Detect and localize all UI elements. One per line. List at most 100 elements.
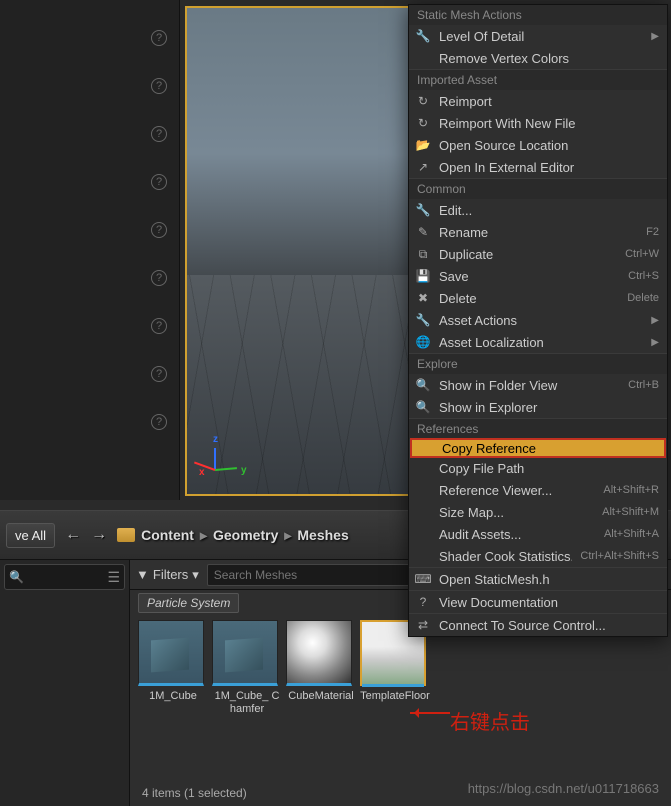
breadcrumb[interactable]: Content ▸ Geometry ▸ Meshes: [117, 527, 349, 544]
menu-item[interactable]: Reference Viewer... Alt+Shift+R: [409, 479, 667, 501]
asset-item[interactable]: 1M_Cube_ Chamfer: [212, 620, 282, 716]
details-panel: ? ? ? ? ? ? ? ? ?: [0, 0, 180, 500]
menu-section-header: References: [409, 418, 667, 439]
menu-shortcut: Alt+Shift+M: [602, 506, 659, 518]
menu-item-label: Duplicate: [439, 247, 617, 262]
asset-thumbnail: [212, 620, 278, 686]
nav-forward-icon[interactable]: →: [87, 524, 111, 546]
menu-item-label: Asset Localization: [439, 335, 643, 350]
menu-item-label: Show in Folder View: [439, 378, 620, 393]
menu-section-header: Imported Asset: [409, 69, 667, 90]
menu-item[interactable]: ↻Reimport With New File: [409, 112, 667, 134]
help-icon[interactable]: ?: [151, 30, 167, 46]
asset-label: 1M_Cube_ Chamfer: [212, 690, 282, 716]
menu-item[interactable]: 🔧Level Of Detail▶: [409, 25, 667, 47]
help-icon[interactable]: ?: [151, 270, 167, 286]
menu-shortcut: Alt+Shift+R: [603, 484, 659, 496]
search-sources[interactable]: 🔍 ☰: [4, 564, 125, 590]
menu-item[interactable]: Copy File Path: [409, 457, 667, 479]
menu-item-label: Remove Vertex Colors: [439, 51, 659, 66]
help-icon[interactable]: ?: [151, 414, 167, 430]
asset-item[interactable]: CubeMaterial: [286, 620, 356, 716]
wrench-icon: 🔧: [415, 28, 431, 44]
menu-item[interactable]: Size Map... Alt+Shift+M: [409, 501, 667, 523]
wrench-icon: 🔧: [415, 312, 431, 328]
help-icon[interactable]: ?: [151, 126, 167, 142]
menu-shortcut: Ctrl+Alt+Shift+S: [580, 550, 659, 562]
blank-icon: [415, 50, 431, 66]
menu-item-label: Reimport: [439, 94, 659, 109]
menu-item-label: Size Map...: [439, 505, 594, 520]
menu-item[interactable]: 🌐Asset Localization▶: [409, 331, 667, 353]
chevron-right-icon: ▸: [200, 527, 207, 544]
menu-item[interactable]: ⇄Connect To Source Control...: [409, 614, 667, 636]
menu-item[interactable]: 🔍Show in Folder ViewCtrl+B: [409, 374, 667, 396]
asset-item[interactable]: 1M_Cube: [138, 620, 208, 716]
menu-item[interactable]: 🔧 Asset Actions ▶: [409, 309, 667, 331]
chevron-down-icon: ▾: [192, 567, 199, 583]
annotation-arrow: [410, 712, 450, 714]
asset-label: TemplateFloor: [360, 690, 430, 703]
save-all-button[interactable]: ve All: [6, 523, 55, 548]
chevron-right-icon: ▶: [651, 315, 659, 326]
filter-icon: ▼: [136, 567, 149, 582]
menu-item-label: Reference Viewer...: [439, 483, 595, 498]
menu-item-label: Rename: [439, 225, 638, 240]
menu-item-label: Save: [439, 269, 620, 284]
menu-shortcut: F2: [646, 226, 659, 238]
menu-item-label: Audit Assets...: [439, 527, 596, 542]
menu-item[interactable]: Audit Assets...Alt+Shift+A: [409, 523, 667, 545]
help-icon[interactable]: ?: [151, 78, 167, 94]
menu-item-label: Asset Actions: [439, 313, 643, 328]
help-icon[interactable]: ?: [151, 318, 167, 334]
menu-shortcut: Ctrl+S: [628, 270, 659, 282]
blank-icon: [415, 504, 431, 520]
menu-item[interactable]: ↗Open In External Editor: [409, 156, 667, 178]
annotation-text: 右键点击: [450, 706, 530, 735]
asset-thumbnail: [286, 620, 352, 686]
folder-icon: [117, 528, 135, 542]
status-bar: 4 items (1 selected): [130, 782, 259, 806]
filter-tag[interactable]: Particle System: [138, 593, 239, 613]
menu-item[interactable]: Copy Reference: [410, 438, 666, 458]
menu-item[interactable]: 📂 Open Source Location: [409, 134, 667, 156]
menu-shortcut: Ctrl+W: [625, 248, 659, 260]
menu-item-label: Level Of Detail: [439, 29, 643, 44]
list-toggle-icon[interactable]: ☰: [107, 569, 120, 586]
help-icon: ?: [415, 594, 431, 610]
breadcrumb-item[interactable]: Content: [141, 527, 194, 543]
blank-icon: [415, 460, 431, 476]
watermark: https://blog.csdn.net/u011718663: [468, 781, 659, 796]
menu-item[interactable]: ↻Reimport: [409, 90, 667, 112]
search-icon: 🔍: [9, 570, 24, 584]
menu-item-label: Open Source Location: [439, 138, 659, 153]
menu-item[interactable]: ✎ Rename F2: [409, 221, 667, 243]
menu-item-label: Edit...: [439, 203, 659, 218]
menu-section-header: Static Mesh Actions: [409, 5, 667, 25]
menu-item[interactable]: ⌨Open StaticMesh.h: [409, 568, 667, 590]
filters-button[interactable]: ▼ Filters ▾: [136, 567, 199, 583]
duplicate-icon: ⧉: [415, 246, 431, 262]
menu-shortcut: Delete: [627, 292, 659, 304]
menu-item-label: Open In External Editor: [439, 160, 659, 175]
breadcrumb-item[interactable]: Geometry: [213, 527, 278, 543]
menu-item[interactable]: Remove Vertex Colors: [409, 47, 667, 69]
breadcrumb-item[interactable]: Meshes: [297, 527, 348, 543]
help-icon[interactable]: ?: [151, 366, 167, 382]
folder-open-icon: 📂: [415, 137, 431, 153]
context-menu: Static Mesh Actions 🔧 Level Of Detail ▶ Remo…: [408, 4, 668, 637]
rename-icon: ✎: [415, 224, 431, 240]
menu-item[interactable]: 💾SaveCtrl+S: [409, 265, 667, 287]
globe-icon: 🌐: [415, 334, 431, 350]
menu-item[interactable]: ✖DeleteDelete: [409, 287, 667, 309]
help-icon[interactable]: ?: [151, 222, 167, 238]
nav-back-icon[interactable]: ←: [61, 524, 85, 546]
menu-item-label: Shader Cook Statistics...: [439, 549, 572, 564]
menu-item[interactable]: 🔧Edit...: [409, 199, 667, 221]
menu-item[interactable]: ?View Documentation: [409, 591, 667, 613]
source-icon: ⇄: [415, 617, 431, 633]
menu-item[interactable]: 🔍Show in Explorer: [409, 396, 667, 418]
help-icon[interactable]: ?: [151, 174, 167, 190]
menu-item[interactable]: ⧉ Duplicate Ctrl+W: [409, 243, 667, 265]
menu-item[interactable]: Shader Cook Statistics... Ctrl+Alt+Shift+…: [409, 545, 667, 567]
